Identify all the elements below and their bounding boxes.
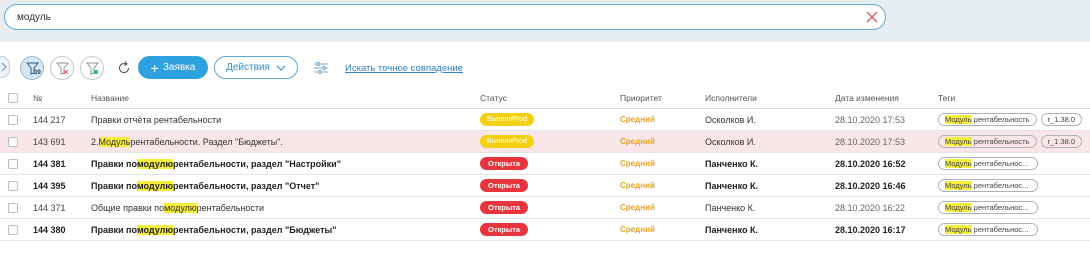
refresh-icon[interactable] (116, 60, 132, 76)
select-all-checkbox[interactable] (8, 88, 18, 108)
row-num: 144 381 (33, 158, 66, 169)
column-header-tags[interactable]: Теги (938, 88, 1090, 108)
status-badge: Открыта (480, 175, 600, 196)
search-input[interactable] (17, 11, 857, 24)
status-badge: ВыполнProd (480, 131, 600, 152)
row-checkbox[interactable] (8, 109, 18, 130)
chevron-right-icon (1, 62, 7, 72)
row-date: 28.10.2020 16:52 (835, 158, 906, 169)
table-row[interactable]: 144 217 Правки отчёта рентабельности Вып… (0, 109, 1090, 131)
row-executor: Панченко К. (705, 202, 756, 213)
row-date: 28.10.2020 16:46 (835, 180, 906, 191)
tag-chip[interactable]: Модуль рентабельнос... (938, 223, 1038, 236)
plus-icon: + (150, 59, 159, 76)
row-priority: Средний (620, 203, 655, 212)
filter-save-icon (86, 62, 99, 75)
status-badge: Открыта (480, 153, 600, 174)
row-title[interactable]: 2. Модуль рентабельности. Раздел "Бюджет… (91, 131, 471, 152)
row-checkbox[interactable] (8, 219, 18, 240)
search-bar (0, 0, 1090, 42)
new-request-label: Заявка (162, 62, 196, 73)
search-box[interactable] (4, 4, 886, 30)
row-priority: Средний (620, 159, 655, 168)
row-tags: Модуль рентабельнос... (938, 153, 1090, 174)
status-badge: Открыта (480, 219, 600, 240)
row-num: 144 217 (33, 114, 66, 125)
row-checkbox[interactable] (8, 175, 18, 196)
filter-clear-icon (56, 62, 69, 75)
filter-count-badge: 39 (34, 70, 41, 76)
row-title[interactable]: Правки отчёта рентабельности (91, 109, 471, 130)
row-priority: Средний (620, 181, 655, 190)
row-checkbox[interactable] (8, 131, 18, 152)
column-header-date[interactable]: Дата изменения (835, 88, 935, 108)
column-header-priority[interactable]: Приоритет (620, 88, 690, 108)
column-header-title[interactable]: Название (91, 88, 471, 108)
row-date: 28.10.2020 16:22 (835, 202, 906, 213)
exact-match-link[interactable]: Искать точное совпадение (345, 63, 463, 74)
row-executor: Осколков И. (705, 114, 756, 125)
sidebar-toggle-button[interactable] (0, 56, 10, 78)
table-row[interactable]: 143 691 2. Модуль рентабельности. Раздел… (0, 131, 1090, 153)
row-priority: Средний (620, 137, 655, 146)
row-title[interactable]: Правки по модулю рентабельности, раздел … (91, 153, 471, 174)
tag-chip[interactable]: Модуль рентабельнос... (938, 201, 1038, 214)
status-badge: Открыта (480, 197, 600, 218)
clear-search-icon[interactable] (865, 10, 879, 24)
row-checkbox[interactable] (8, 197, 18, 218)
row-priority: Средний (620, 115, 655, 124)
row-checkbox[interactable] (8, 153, 18, 174)
tag-chip[interactable]: r_1.38.0 (1040, 113, 1083, 126)
row-num: 144 395 (33, 180, 66, 191)
row-date: 28.10.2020 17:53 (835, 136, 906, 147)
row-date: 28.10.2020 17:53 (835, 114, 906, 125)
row-executor: Осколков И. (705, 136, 756, 147)
row-tags: Модуль рентабельнос... (938, 197, 1090, 218)
chevron-down-icon (276, 65, 286, 71)
tag-chip[interactable]: Модуль рентабельнос... (938, 179, 1038, 192)
table-row[interactable]: 144 380 Правки по модулю рентабельности,… (0, 219, 1090, 241)
row-executor: Панченко К. (705, 180, 758, 191)
column-header-executors[interactable]: Исполнители (705, 88, 825, 108)
row-tags: Модуль рентабельнос... (938, 175, 1090, 196)
row-title[interactable]: Правки по модулю рентабельности, раздел … (91, 219, 471, 240)
row-executor: Панченко К. (705, 224, 758, 235)
row-date: 28.10.2020 16:17 (835, 224, 906, 235)
filter-button[interactable]: 39 (20, 56, 44, 80)
table-row[interactable]: 144 381 Правки по модулю рентабельности,… (0, 153, 1090, 175)
row-tags: Модуль рентабельность r_1.38.0 (938, 109, 1090, 130)
row-title[interactable]: Общие правки по модулю рентабельности (91, 197, 471, 218)
row-num: 144 380 (33, 224, 66, 235)
table-row[interactable]: 144 371 Общие правки по модулю рентабель… (0, 197, 1090, 219)
requests-table: № Название Статус Приоритет Исполнители … (0, 88, 1090, 241)
tag-chip[interactable]: Модуль рентабельность (938, 113, 1037, 126)
row-num: 143 691 (33, 136, 66, 147)
clear-filter-button[interactable] (50, 56, 74, 80)
actions-dropdown[interactable]: Действия (214, 56, 298, 79)
actions-label: Действия (226, 62, 270, 73)
saved-filter-button[interactable] (80, 56, 104, 80)
status-badge: ВыполнProd (480, 109, 600, 130)
row-tags: Модуль рентабельность r_1.38.0 (938, 131, 1090, 152)
tag-chip[interactable]: Модуль рентабельность (938, 135, 1037, 148)
row-title[interactable]: Правки по модулю рентабельности, раздел … (91, 175, 471, 196)
column-header-status[interactable]: Статус (480, 88, 600, 108)
settings-sliders-icon[interactable] (314, 62, 328, 74)
tag-chip[interactable]: r_1.38.0 (1040, 135, 1083, 148)
table-header: № Название Статус Приоритет Исполнители … (0, 88, 1090, 109)
row-tags: Модуль рентабельнос... (938, 219, 1090, 240)
row-priority: Средний (620, 225, 655, 234)
column-header-num[interactable]: № (33, 88, 83, 108)
toolbar: 39 + Заявка Действия Искать точное совпа… (0, 42, 1090, 88)
tag-chip[interactable]: Модуль рентабельнос... (938, 157, 1038, 170)
row-num: 144 371 (33, 202, 66, 213)
table-row[interactable]: 144 395 Правки по модулю рентабельности,… (0, 175, 1090, 197)
row-executor: Панченко К. (705, 158, 758, 169)
new-request-button[interactable]: + Заявка (138, 56, 208, 79)
